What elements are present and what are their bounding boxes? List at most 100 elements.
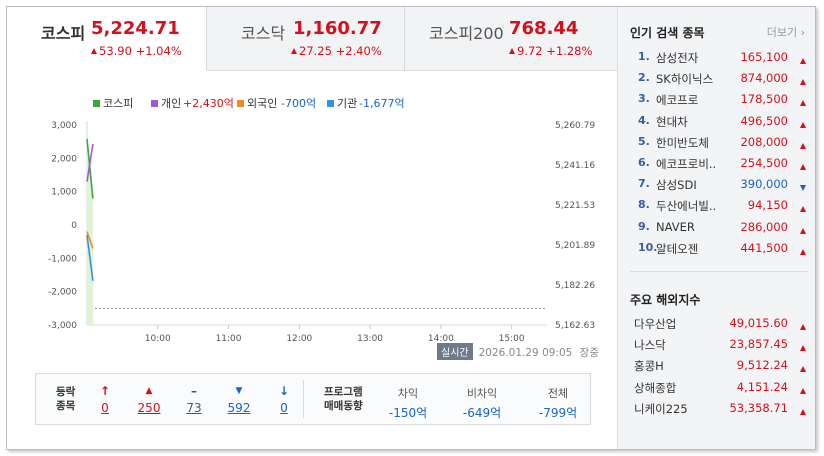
tab-kosdaq-change: 27.25 +2.40% — [291, 44, 382, 58]
breadth-label: 등락 종목 — [56, 385, 75, 413]
legend-institution-label: 기관 — [337, 97, 357, 110]
popular-item[interactable]: 7. 삼성SDI 390,000 — [630, 174, 810, 195]
popular-item[interactable]: 1. 삼성전자 165,100 — [630, 47, 810, 68]
breadth-up[interactable]: ▲ 250 — [134, 383, 164, 415]
popular-rank: 2. — [638, 71, 650, 85]
breadth-down[interactable]: ▼ 592 — [224, 383, 254, 415]
overseas-value: 9,512.24 — [736, 358, 788, 373]
overseas-name: 니케이225 — [634, 401, 688, 416]
program-label-top: 프로그램 — [324, 386, 363, 398]
overseas-title: 주요 해외지수 — [630, 293, 701, 307]
up-arrow-icon — [91, 48, 97, 54]
up-count: 250 — [137, 401, 161, 415]
popular-title: 인기 검색 종목 — [630, 26, 705, 40]
overseas-item[interactable]: 상해종합 4,151.24 — [630, 377, 810, 398]
popular-item[interactable]: 9. NAVER 286,000 — [630, 217, 810, 238]
up-arrow-icon — [800, 224, 806, 238]
popular-rank: 5. — [638, 134, 650, 148]
up-arrow-icon — [800, 54, 806, 68]
y-left-tick-label: 1,000 — [51, 188, 77, 198]
overseas-item[interactable]: 홍콩H 9,512.24 — [630, 355, 810, 376]
investor-flow-chart: 코스피 개인 +2,430억 외국인 -700억 기관 -1,677억 3,00… — [7, 71, 617, 367]
legend-kospi-label: 코스피 — [103, 97, 133, 110]
up-arrow-icon — [800, 139, 806, 153]
overseas-list: 다우산업 49,015.60 나스닥 23,857.45 홍콩H 9,512.24 상해종합… — [630, 313, 810, 419]
overseas-value: 53,358.71 — [729, 400, 788, 415]
y-right-tick-label: 5,182.26 — [555, 281, 595, 291]
breadth-label-top: 등락 — [56, 386, 76, 398]
tab-kospi200-change-text: 9.72 +1.28% — [517, 44, 593, 58]
program-total-value: -799억 — [538, 406, 578, 420]
popular-item[interactable]: 10. 알테오젠 441,500 — [630, 238, 810, 259]
stats-divider — [303, 380, 304, 418]
popular-name: SK하이닉스 — [656, 72, 714, 87]
index-tabs: 코스피 5,224.71 53.90 +1.04% 코스닥 1,160.77 2… — [7, 7, 617, 71]
chevron-right-icon: › — [797, 26, 805, 39]
y-left-tick-label: -1,000 — [48, 254, 77, 264]
popular-item[interactable]: 2. SK하이닉스 874,000 — [630, 68, 810, 89]
legend-institution-swatch — [327, 100, 334, 107]
overseas-name: 상해종합 — [634, 380, 677, 395]
x-tick-label: 10:00 — [145, 334, 171, 344]
up-arrow-icon — [800, 405, 806, 419]
y-left-tick-label: 2,000 — [51, 154, 77, 164]
side-panel: 인기 검색 종목 더보기 › 1. 삼성전자 165,100 2. SK하이닉스 874,… — [617, 7, 815, 449]
popular-item[interactable]: 8. 두산에너빌.. 94,150 — [630, 195, 810, 216]
tab-kosdaq[interactable]: 코스닥 1,160.77 27.25 +2.40% — [207, 7, 405, 71]
popular-item[interactable]: 3. 에코프로 178,500 — [630, 89, 810, 110]
popular-rank: 3. — [638, 92, 650, 106]
popular-price: 496,500 — [740, 113, 788, 128]
overseas-name: 홍콩H — [634, 359, 664, 374]
down-triangle-icon: ▼ — [235, 386, 243, 396]
program-non-arbitrage-value: -649억 — [462, 406, 502, 420]
popular-name: 에코프로비.. — [656, 156, 717, 171]
popular-price: 441,500 — [740, 240, 788, 255]
breadth-lower-limit[interactable]: ↓ 0 — [272, 383, 296, 415]
y-left-tick-label: 3,000 — [51, 121, 77, 131]
popular-price: 390,000 — [740, 177, 788, 192]
overseas-name: 나스닥 — [634, 338, 666, 353]
lower-limit-arrow-icon: ↓ — [278, 384, 290, 398]
y-right-tick-label: 5,221.53 — [555, 201, 595, 211]
popular-item[interactable]: 6. 에코프로비.. 254,500 — [630, 153, 810, 174]
y-left-tick-label: -3,000 — [48, 321, 77, 331]
popular-name: 삼성전자 — [656, 51, 699, 65]
more-link[interactable]: 더보기 › — [767, 24, 805, 40]
legend-individual-value: +2,430억 — [183, 97, 234, 110]
tab-kosdaq-value: 1,160.77 — [293, 18, 382, 39]
tab-kospi[interactable]: 코스피 5,224.71 53.90 +1.04% — [7, 7, 207, 71]
y-right-tick-label: 5,201.89 — [555, 241, 595, 251]
overseas-value: 23,857.45 — [729, 337, 788, 352]
flat-dash-icon: – — [191, 384, 197, 398]
popular-name: NAVER — [656, 219, 695, 234]
market-breadth-box: 등락 종목 ↑ 0 ▲ 250 – 73 ▼ 592 ↓ 0 프로그램 매매동향… — [35, 373, 591, 425]
overseas-item[interactable]: 다우산업 49,015.60 — [630, 313, 810, 334]
popular-name: 두산에너빌.. — [656, 199, 717, 214]
popular-name: 알테오젠 — [656, 241, 699, 256]
popular-item[interactable]: 5. 한미반도체 208,000 — [630, 132, 810, 153]
up-arrow-icon — [800, 202, 806, 216]
popular-rank: 8. — [638, 198, 650, 212]
program-total: 전체 -799억 — [530, 385, 586, 421]
tab-kospi-name: 코스피 — [41, 24, 86, 43]
overseas-item[interactable]: 나스닥 23,857.45 — [630, 334, 810, 355]
program-label-bottom: 매매동향 — [324, 400, 363, 412]
up-arrow-icon — [800, 384, 806, 398]
legend-individual-swatch — [151, 100, 158, 107]
popular-price: 874,000 — [740, 71, 788, 86]
chart-legend: 코스피 개인 +2,430억 외국인 -700억 기관 -1,677억 — [93, 97, 405, 110]
tab-kospi200[interactable]: 코스피200 768.44 9.72 +1.28% — [405, 7, 617, 71]
up-arrow-icon — [800, 96, 806, 110]
popular-rank: 6. — [638, 155, 650, 169]
program-non-arbitrage-header: 비차익 — [466, 387, 498, 400]
up-arrow-icon — [800, 118, 806, 132]
popular-price: 165,100 — [740, 50, 788, 64]
program-arbitrage: 차익 -150억 — [382, 385, 434, 421]
breadth-upper-limit[interactable]: ↑ 0 — [92, 383, 118, 415]
breadth-flat[interactable]: – 73 — [180, 383, 208, 415]
realtime-badge[interactable]: 실시간 — [437, 343, 473, 360]
overseas-item[interactable]: 니케이225 53,358.71 — [630, 398, 810, 419]
tab-kospi200-change: 9.72 +1.28% — [509, 44, 592, 58]
breadth-label-bottom: 종목 — [56, 400, 76, 412]
popular-item[interactable]: 4. 현대차 496,500 — [630, 111, 810, 132]
